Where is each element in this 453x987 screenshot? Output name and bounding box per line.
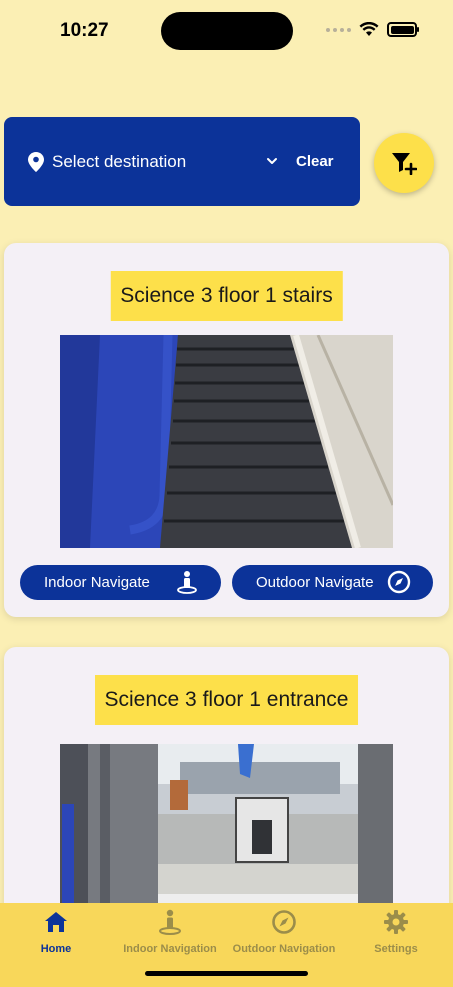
tab-settings[interactable]: Settings: [366, 909, 426, 955]
destination-label: Select destination: [52, 152, 187, 171]
home-icon: [45, 912, 67, 932]
location-card: Science 3 floor 1 stairs Indoor Navigate…: [4, 243, 449, 617]
destination-selector[interactable]: Select destination Clear: [4, 117, 360, 206]
tab-home[interactable]: Home: [36, 909, 76, 955]
outdoor-navigate-label: Outdoor Navigate: [256, 574, 374, 591]
filter-add-icon: [392, 153, 417, 175]
clear-button[interactable]: Clear: [296, 153, 334, 170]
outdoor-navigate-button[interactable]: Outdoor Navigate: [232, 565, 433, 600]
location-card: Science 3 floor 1 entrance: [4, 647, 449, 947]
tab-indoor-navigation[interactable]: Indoor Navigation: [120, 909, 220, 955]
card-title: Science 3 floor 1 entrance: [94, 675, 359, 725]
cellular-signal-icon: [326, 27, 351, 32]
card-title: Science 3 floor 1 stairs: [110, 271, 343, 321]
compass-icon: [272, 910, 296, 934]
person-pin-icon: [177, 571, 197, 594]
wifi-icon: [359, 22, 379, 36]
location-pin-icon: [28, 152, 44, 172]
tab-settings-label: Settings: [374, 943, 418, 955]
indoor-navigate-button[interactable]: Indoor Navigate: [20, 565, 221, 600]
status-bar: 10:27: [0, 0, 453, 60]
tab-outdoor-navigation-label: Outdoor Navigation: [232, 943, 336, 955]
tab-indoor-navigation-label: Indoor Navigation: [123, 943, 217, 955]
tab-outdoor-navigation[interactable]: Outdoor Navigation: [229, 909, 339, 955]
home-indicator: [145, 971, 308, 976]
gear-icon: [384, 910, 408, 934]
person-pin-icon: [159, 909, 181, 935]
status-icons: [326, 22, 419, 37]
dynamic-island: [161, 12, 293, 50]
battery-icon: [387, 22, 419, 37]
add-filter-button[interactable]: [374, 133, 434, 193]
chevron-down-icon[interactable]: [266, 155, 278, 167]
status-time: 10:27: [60, 20, 109, 41]
stairs-photo: [60, 335, 393, 548]
indoor-navigate-label: Indoor Navigate: [44, 574, 150, 591]
tab-home-label: Home: [40, 943, 72, 955]
compass-icon: [387, 570, 411, 594]
